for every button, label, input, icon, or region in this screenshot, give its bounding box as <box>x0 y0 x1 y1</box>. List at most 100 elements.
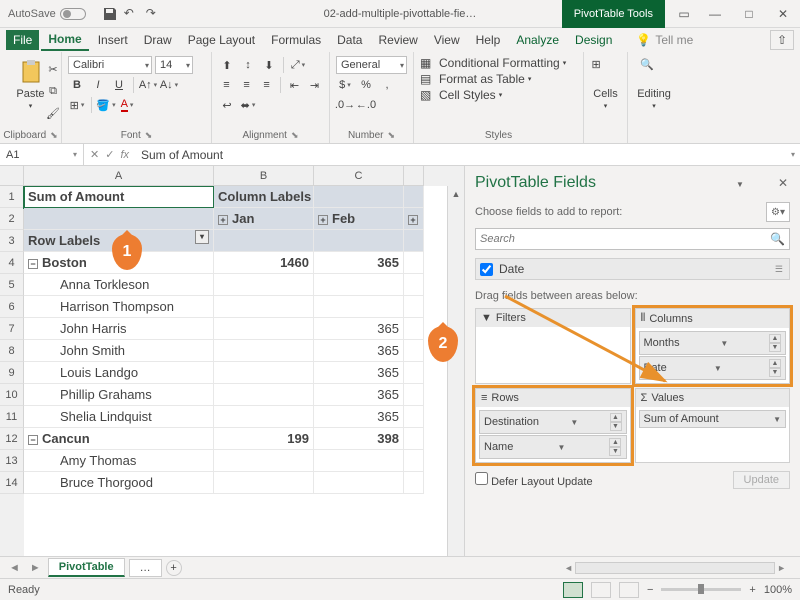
tell-me-search[interactable]: 💡 Tell me <box>629 30 700 50</box>
decrease-indent-icon[interactable]: ⇤ <box>286 76 303 94</box>
fx-icon[interactable]: fx <box>120 149 129 161</box>
align-middle-icon[interactable]: ↕ <box>239 56 257 74</box>
cell-b1[interactable]: Column Labels▾ <box>214 186 314 208</box>
update-button[interactable]: Update <box>733 471 790 489</box>
zoom-in-icon[interactable]: + <box>749 584 755 596</box>
cell[interactable] <box>314 230 404 252</box>
row-header[interactable]: 2 <box>0 208 24 230</box>
defer-layout-checkbox[interactable]: Defer Layout Update <box>475 472 593 488</box>
cell-a1[interactable]: Sum of Amount <box>24 186 214 208</box>
row-header[interactable]: 9 <box>0 362 24 384</box>
cell[interactable] <box>404 362 424 384</box>
tab-design[interactable]: Design <box>568 30 619 50</box>
row-token[interactable]: Destination▼▲▼ <box>479 410 627 434</box>
cell[interactable] <box>214 296 314 318</box>
zoom-level[interactable]: 100% <box>764 584 792 596</box>
row-header[interactable]: 7 <box>0 318 24 340</box>
increase-indent-icon[interactable]: ⇥ <box>306 76 323 94</box>
decrease-font-icon[interactable]: A↓ <box>160 76 178 94</box>
cell[interactable]: Bruce Thorgood <box>24 472 214 494</box>
cell[interactable]: Harrison Thompson <box>24 296 214 318</box>
cell[interactable]: 398 <box>314 428 404 450</box>
cell[interactable]: Amy Thomas <box>24 450 214 472</box>
row-token[interactable]: Name▼▲▼ <box>479 435 627 459</box>
ribbon-options-icon[interactable]: ▭ <box>670 0 698 28</box>
minimize-button[interactable]: — <box>698 0 732 28</box>
wrap-text-icon[interactable]: ↩ <box>218 96 236 114</box>
accounting-format-icon[interactable]: $ <box>336 76 354 94</box>
area-columns[interactable]: ⦀Columns Months▼▲▼ Date▼▲▼ <box>635 308 791 384</box>
align-right-icon[interactable]: ≡ <box>258 76 275 94</box>
sheet-tab-more[interactable]: … <box>129 559 162 577</box>
maximize-button[interactable]: □ <box>732 0 766 28</box>
cell[interactable] <box>404 252 424 274</box>
font-family-combo[interactable]: Calibri <box>68 56 152 74</box>
align-top-icon[interactable]: ⬆ <box>218 56 236 74</box>
autosave-toggle[interactable]: AutoSave <box>0 8 94 20</box>
enter-formula-icon[interactable]: ✓ <box>105 148 114 161</box>
cell[interactable]: 365 <box>314 406 404 428</box>
underline-button[interactable]: U <box>110 76 128 94</box>
conditional-formatting-button[interactable]: ▦Conditional Formatting ▾ <box>420 56 577 70</box>
row-header[interactable]: 12 <box>0 428 24 450</box>
font-size-combo[interactable]: 14 <box>155 56 193 74</box>
new-sheet-icon[interactable]: + <box>166 560 182 576</box>
area-values[interactable]: ΣValues Sum of Amount▼ <box>635 388 791 463</box>
align-center-icon[interactable]: ≡ <box>238 76 255 94</box>
cell-c2[interactable]: +Feb <box>314 208 404 230</box>
cell[interactable] <box>214 230 314 252</box>
cell[interactable] <box>404 230 424 252</box>
name-box[interactable]: A1▾ <box>0 144 84 165</box>
cell[interactable] <box>314 450 404 472</box>
close-pane-icon[interactable]: ✕ <box>778 176 788 190</box>
align-bottom-icon[interactable]: ⬇ <box>260 56 278 74</box>
tab-file[interactable]: File <box>6 30 39 50</box>
italic-button[interactable]: I <box>89 76 107 94</box>
sheet-nav-prev-icon[interactable]: ◄ <box>6 562 23 574</box>
expand-icon[interactable]: + <box>318 215 328 225</box>
cell[interactable] <box>404 186 424 208</box>
cell-b2[interactable]: +Jan <box>214 208 314 230</box>
cell[interactable] <box>214 450 314 472</box>
cell[interactable] <box>214 274 314 296</box>
cell[interactable] <box>314 274 404 296</box>
bold-button[interactable]: B <box>68 76 86 94</box>
cell[interactable] <box>404 318 424 340</box>
font-color-icon[interactable]: A <box>118 96 136 114</box>
cut-icon[interactable]: ✂ <box>44 60 62 78</box>
field-search[interactable]: 🔍 <box>475 228 790 250</box>
decrease-decimal-icon[interactable]: ←.0 <box>357 96 375 114</box>
cell[interactable]: John Smith <box>24 340 214 362</box>
field-checkbox[interactable] <box>480 263 493 276</box>
cell[interactable] <box>314 472 404 494</box>
col-header-a[interactable]: A <box>24 166 214 186</box>
number-format-combo[interactable]: General <box>336 56 407 74</box>
row-header[interactable]: 5 <box>0 274 24 296</box>
cell[interactable] <box>314 186 404 208</box>
comma-format-icon[interactable]: , <box>378 76 396 94</box>
copy-icon[interactable]: ⧉ <box>44 82 62 100</box>
undo-icon[interactable]: ↶ <box>124 6 140 22</box>
cell[interactable]: + <box>404 208 424 230</box>
tab-formulas[interactable]: Formulas <box>264 30 328 50</box>
cell[interactable] <box>214 472 314 494</box>
cell[interactable] <box>214 384 314 406</box>
zoom-out-icon[interactable]: − <box>647 584 653 596</box>
search-input[interactable] <box>480 233 770 245</box>
cell[interactable]: 365 <box>314 340 404 362</box>
redo-icon[interactable]: ↷ <box>146 6 162 22</box>
increase-decimal-icon[interactable]: .0→ <box>336 96 354 114</box>
gear-icon[interactable]: ⚙▾ <box>766 202 790 222</box>
page-layout-view-icon[interactable] <box>591 582 611 598</box>
fill-color-icon[interactable]: 🪣 <box>97 96 115 114</box>
cell[interactable]: Shelia Lindquist <box>24 406 214 428</box>
expand-formula-bar-icon[interactable]: ▾ <box>786 150 800 159</box>
row-header[interactable]: 3 <box>0 230 24 252</box>
column-token[interactable]: Date▼▲▼ <box>639 356 787 380</box>
cell[interactable]: Anna Torkleson <box>24 274 214 296</box>
col-header-c[interactable]: C <box>314 166 404 186</box>
row-header[interactable]: 4 <box>0 252 24 274</box>
tab-review[interactable]: Review <box>371 30 424 50</box>
tab-home[interactable]: Home <box>41 29 88 51</box>
expand-icon[interactable]: + <box>218 215 228 225</box>
